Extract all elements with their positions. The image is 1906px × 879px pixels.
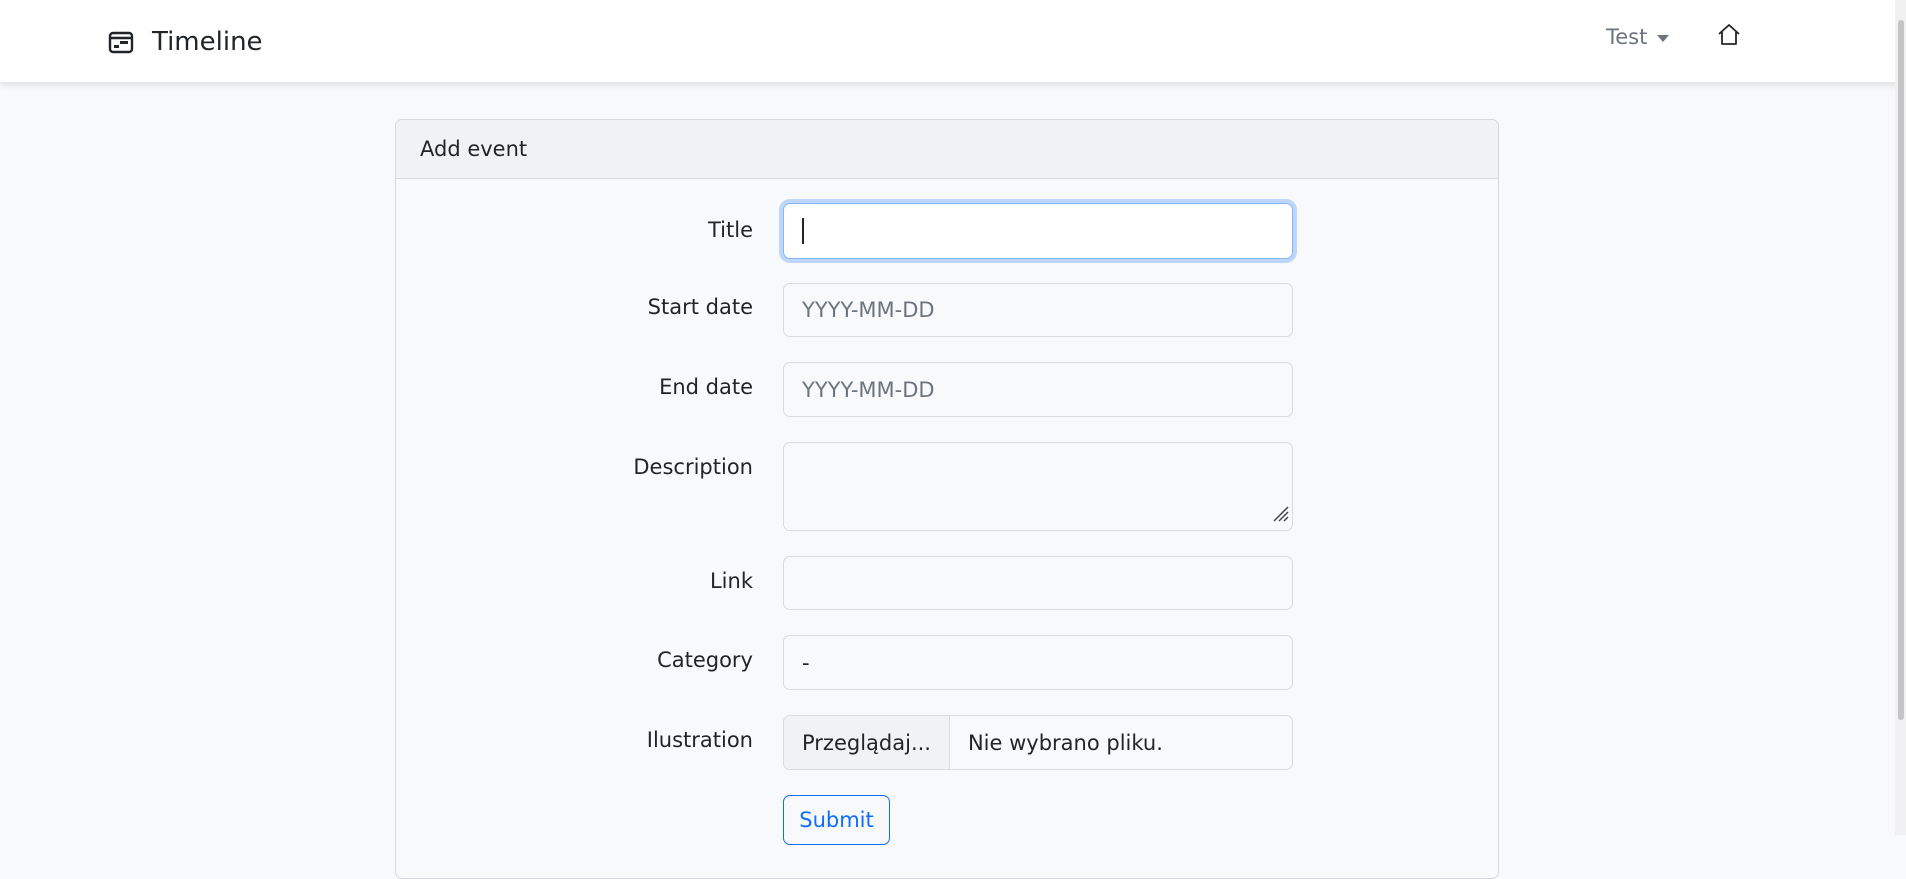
illustration-file-input[interactable]: Przeglądaj... Nie wybrano pliku.: [783, 715, 1293, 770]
browse-button[interactable]: Przeglądaj...: [784, 716, 950, 769]
card-title: Add event: [420, 137, 528, 161]
home-icon: [1716, 24, 1742, 52]
link-label: Link: [709, 569, 753, 593]
category-select[interactable]: -: [783, 635, 1293, 690]
category-label: Category: [657, 648, 753, 672]
end-date-label: End date: [659, 375, 753, 399]
submit-button[interactable]: Submit: [783, 795, 890, 845]
title-input[interactable]: [783, 203, 1293, 259]
user-dropdown[interactable]: Test: [1606, 25, 1670, 49]
category-selected-value: -: [802, 650, 810, 675]
top-navbar: Timeline Test: [0, 0, 1906, 83]
add-event-card: Add event Title Start date YYYY-MM-DD En…: [395, 119, 1499, 879]
brand-link[interactable]: Timeline: [108, 22, 263, 62]
end-date-placeholder: YYYY-MM-DD: [802, 377, 935, 402]
description-textarea[interactable]: [783, 442, 1293, 531]
brand-title: Timeline: [152, 27, 263, 57]
card-header: Add event: [396, 120, 1498, 179]
illustration-label: Ilustration: [646, 728, 753, 752]
file-status-text: Nie wybrano pliku.: [967, 730, 1163, 755]
start-date-label: Start date: [647, 295, 753, 319]
end-date-input[interactable]: YYYY-MM-DD: [783, 362, 1293, 417]
start-date-placeholder: YYYY-MM-DD: [802, 298, 935, 322]
scrollbar-thumb[interactable]: [1898, 20, 1904, 720]
start-date-input[interactable]: YYYY-MM-DD: [783, 283, 1293, 337]
home-button[interactable]: [1716, 22, 1742, 52]
caret-down-icon: [1657, 34, 1670, 42]
text-cursor: [802, 218, 804, 244]
user-menu-label: Test: [1606, 25, 1648, 49]
link-input[interactable]: [783, 556, 1293, 610]
calendar-card-icon: [108, 30, 134, 54]
description-label: Description: [633, 455, 753, 479]
title-label: Title: [707, 218, 753, 242]
resize-handle-icon[interactable]: [1268, 501, 1290, 528]
page-scrollbar[interactable]: [1895, 0, 1906, 835]
